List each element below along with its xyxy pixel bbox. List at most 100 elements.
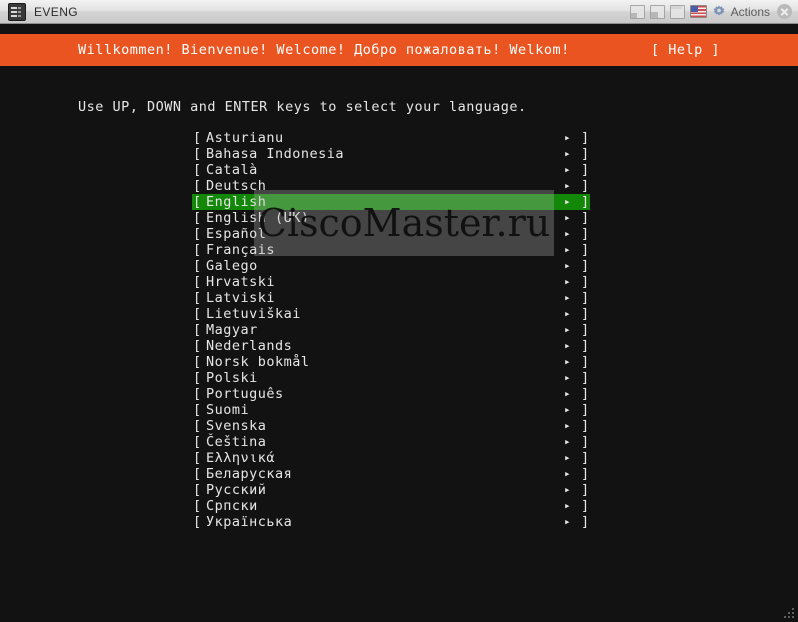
language-option[interactable]: [Norsk bokmål ▸] [0, 354, 798, 370]
chevron-right-icon: ▸ [564, 259, 572, 272]
language-option[interactable]: [Ελληνικά ▸] [0, 450, 798, 466]
language-label: Polski [206, 370, 258, 386]
bracket-open: [ [193, 290, 202, 306]
grip-dot [792, 616, 794, 618]
language-option[interactable]: [Català ▸] [0, 162, 798, 178]
language-label: Latviski [206, 290, 276, 306]
language-option[interactable]: [Polski ▸] [0, 370, 798, 386]
language-option[interactable]: [Čeština ▸] [0, 434, 798, 450]
bracket-open: [ [193, 498, 202, 514]
language-label: Беларуская [206, 466, 293, 482]
bracket-close: ] [581, 226, 590, 242]
language-label: Nederlands [206, 338, 293, 354]
language-option[interactable]: [Suomi ▸] [0, 402, 798, 418]
language-option[interactable]: [Asturianu ▸] [0, 130, 798, 146]
language-option[interactable]: [Deutsch ▸] [0, 178, 798, 194]
gear-icon[interactable] [712, 4, 726, 19]
actions-menu-label[interactable]: Actions [731, 5, 770, 19]
language-option[interactable]: [Українська ▸] [0, 514, 798, 530]
language-label: Lietuviškai [206, 306, 301, 322]
resize-grip[interactable] [782, 606, 796, 620]
bracket-close: ] [581, 162, 590, 178]
language-label: Русский [206, 482, 267, 498]
bracket-close: ] [581, 258, 590, 274]
terminal-screen: Willkommen! Bienvenue! Welcome! Добро по… [0, 24, 798, 622]
language-option[interactable]: [Hrvatski ▸] [0, 274, 798, 290]
language-label: Српски [206, 498, 258, 514]
language-option[interactable]: [Nederlands ▸] [0, 338, 798, 354]
bracket-open: [ [193, 482, 202, 498]
bracket-open: [ [193, 466, 202, 482]
chevron-right-icon: ▸ [564, 467, 572, 480]
language-option[interactable]: [Svenska ▸] [0, 418, 798, 434]
language-list[interactable]: [Asturianu ▸][Bahasa Indonesia ▸][Català ▸]… [0, 130, 798, 530]
language-option[interactable]: [Latviski ▸] [0, 290, 798, 306]
chevron-right-icon: ▸ [564, 483, 572, 496]
bracket-open: [ [193, 514, 202, 530]
bracket-open: [ [193, 274, 202, 290]
bracket-open: [ [193, 418, 202, 434]
bracket-close: ] [581, 146, 590, 162]
language-label: Português [206, 386, 284, 402]
bracket-close: ] [581, 354, 590, 370]
language-label: Français [206, 242, 276, 258]
instruction-text: Use UP, DOWN and ENTER keys to select yo… [78, 99, 527, 115]
window-titlebar[interactable]: EVENG Actions [0, 0, 798, 24]
grip-dot [788, 612, 790, 614]
language-option[interactable]: [Magyar ▸] [0, 322, 798, 338]
welcome-banner: Willkommen! Bienvenue! Welcome! Добро по… [0, 34, 798, 66]
bracket-close: ] [581, 178, 590, 194]
language-option[interactable]: [Galego ▸] [0, 258, 798, 274]
chevron-right-icon: ▸ [564, 211, 572, 224]
bracket-open: [ [193, 178, 202, 194]
language-option[interactable]: [Русский ▸] [0, 482, 798, 498]
bracket-open: [ [193, 338, 202, 354]
bracket-close: ] [581, 322, 590, 338]
chevron-right-icon: ▸ [564, 291, 572, 304]
chevron-right-icon: ▸ [564, 371, 572, 384]
grip-dot [792, 612, 794, 614]
bracket-close: ] [581, 498, 590, 514]
bracket-open: [ [193, 370, 202, 386]
language-option[interactable]: [Bahasa Indonesia ▸] [0, 146, 798, 162]
chevron-right-icon: ▸ [564, 147, 572, 160]
bracket-close: ] [581, 466, 590, 482]
bracket-open: [ [193, 146, 202, 162]
terminal-window: EVENG Actions Willkommen! Bienvenue! Wel… [0, 0, 798, 622]
bracket-close: ] [581, 482, 590, 498]
language-option[interactable]: [English (UK) ▸] [0, 210, 798, 226]
restore-icon[interactable] [669, 4, 685, 19]
bracket-close: ] [581, 290, 590, 306]
flag-canton [690, 6, 698, 12]
language-label: Galego [206, 258, 258, 274]
bracket-open: [ [193, 450, 202, 466]
language-option[interactable]: [Српски ▸] [0, 498, 798, 514]
bracket-open: [ [193, 194, 202, 210]
language-label: Català [206, 162, 258, 178]
bracket-open: [ [193, 258, 202, 274]
window-title: EVENG [34, 4, 79, 19]
close-icon[interactable] [777, 4, 792, 19]
language-option[interactable]: [Português ▸] [0, 386, 798, 402]
language-label: Asturianu [206, 130, 284, 146]
bracket-close: ] [581, 194, 590, 210]
us-flag-icon[interactable] [689, 5, 707, 18]
chevron-right-icon: ▸ [564, 403, 572, 416]
language-option[interactable]: [English ▸] [0, 194, 798, 210]
bracket-close: ] [581, 210, 590, 226]
language-option[interactable]: [Français ▸] [0, 242, 798, 258]
bracket-close: ] [581, 130, 590, 146]
titlebar-controls: Actions [629, 4, 794, 19]
help-button[interactable]: [ Help ] [651, 42, 720, 58]
language-label: English [206, 194, 267, 210]
chevron-right-icon: ▸ [564, 451, 572, 464]
language-option[interactable]: [Беларуская ▸] [0, 466, 798, 482]
language-option[interactable]: [Lietuviškai ▸] [0, 306, 798, 322]
bracket-close: ] [581, 418, 590, 434]
maximize-icon[interactable] [649, 4, 665, 19]
language-label: Українська [206, 514, 293, 530]
language-option[interactable]: [Español ▸] [0, 226, 798, 242]
minimize-icon[interactable] [629, 4, 645, 19]
chevron-right-icon: ▸ [564, 307, 572, 320]
chevron-right-icon: ▸ [564, 499, 572, 512]
